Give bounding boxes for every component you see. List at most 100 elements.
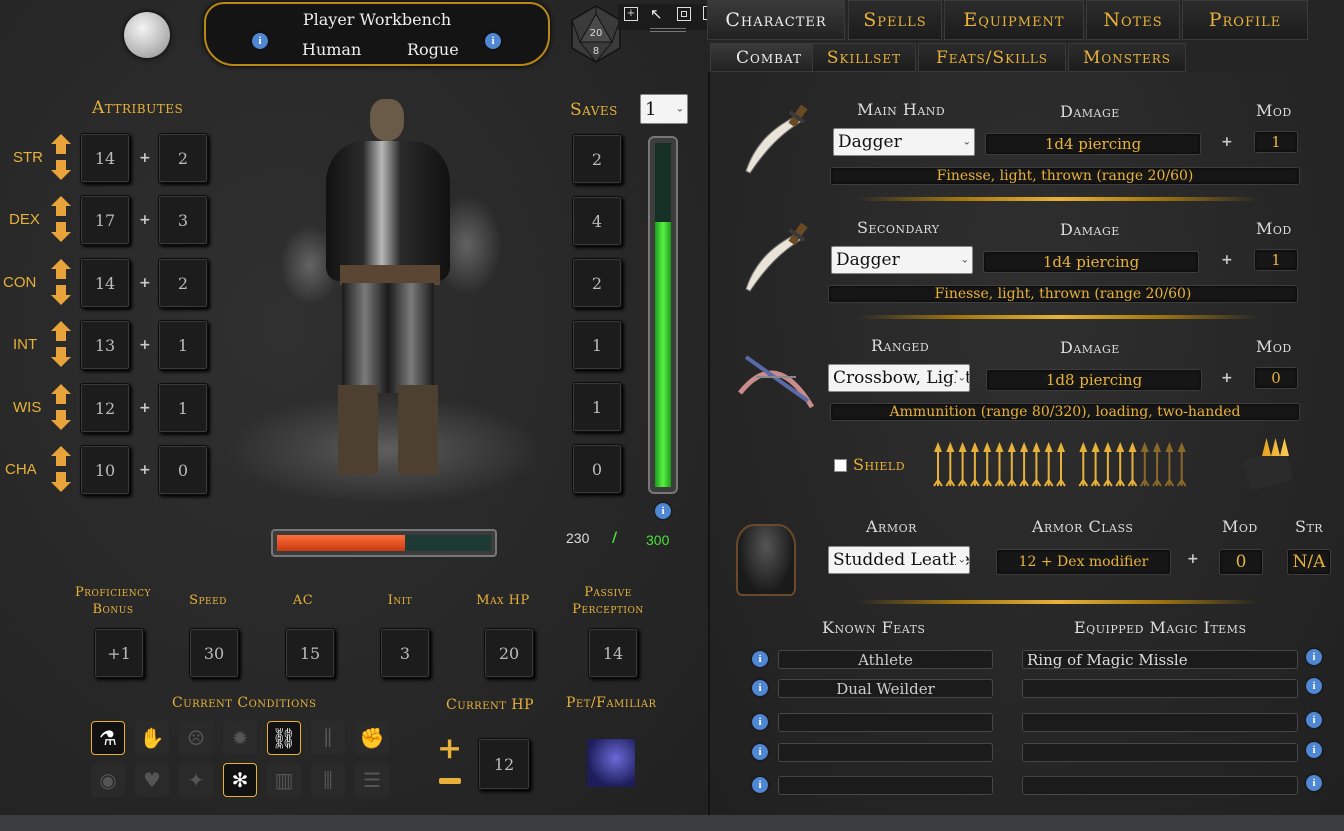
condition-frightened-icon[interactable]: ☹ xyxy=(179,721,213,755)
feat-info-icon[interactable]: i xyxy=(752,651,768,667)
moon-icon[interactable] xyxy=(124,12,170,58)
stat-value-ac[interactable]: 15 xyxy=(285,628,335,678)
add-window-icon[interactable]: + xyxy=(624,7,638,21)
ammo-arrow[interactable] xyxy=(1043,442,1054,487)
condition-poisoned-icon[interactable]: ⚗ xyxy=(91,721,125,755)
ammo-arrow[interactable] xyxy=(1078,442,1089,487)
subtab-feats-skills[interactable]: Feats/Skills xyxy=(918,43,1066,72)
xp-info-icon[interactable]: i xyxy=(655,503,671,519)
attr-decrease-icon[interactable] xyxy=(50,346,72,370)
toolbar-grip[interactable] xyxy=(650,28,686,32)
main-hand-weapon-select[interactable]: Dagger ⌄ xyxy=(833,128,975,156)
magic-item-field[interactable] xyxy=(1022,713,1298,732)
magic-item-field[interactable] xyxy=(1022,679,1298,698)
attr-decrease-icon[interactable] xyxy=(50,221,72,245)
attr-decrease-icon[interactable] xyxy=(50,471,72,495)
feat-info-icon[interactable]: i xyxy=(752,777,768,793)
ammo-arrow[interactable] xyxy=(1115,442,1126,487)
attr-score-cha[interactable]: 10 xyxy=(80,445,130,495)
condition-charmed-icon[interactable]: ♥ xyxy=(135,763,169,797)
attr-increase-icon[interactable] xyxy=(50,320,72,344)
attr-increase-icon[interactable] xyxy=(50,445,72,469)
ammo-arrow[interactable] xyxy=(945,442,956,487)
condition-restrained-icon[interactable]: ⛓ xyxy=(267,721,301,755)
armor-select[interactable]: Studded Leather ⌄ xyxy=(828,546,970,574)
stat-value-proficiency-bonus[interactable]: +1 xyxy=(94,628,144,678)
ammo-arrow[interactable] xyxy=(982,442,993,487)
shield-checkbox[interactable] xyxy=(834,459,847,472)
feat-field[interactable]: Dual Weilder xyxy=(778,679,993,698)
armor-mod-value[interactable]: 0 xyxy=(1219,549,1263,575)
attr-increase-icon[interactable] xyxy=(50,133,72,157)
ammo-tracker[interactable] xyxy=(930,440,1222,490)
ammo-arrow[interactable] xyxy=(1031,442,1042,487)
pet-portrait[interactable] xyxy=(586,738,636,788)
condition-blinded-icon[interactable]: ◉ xyxy=(91,763,125,797)
feat-field[interactable] xyxy=(778,713,993,732)
attr-decrease-icon[interactable] xyxy=(50,159,72,183)
feat-field[interactable]: Athlete xyxy=(778,650,993,669)
condition-unconscious-icon[interactable]: ☰ xyxy=(355,763,389,797)
condition-deafened-icon[interactable]: ✊ xyxy=(355,721,389,755)
condition-incapacitated-icon[interactable]: ∥ xyxy=(311,721,345,755)
condition-stunned-icon[interactable]: ✦ xyxy=(179,763,213,797)
race-info-icon[interactable]: i xyxy=(252,33,268,49)
secondary-weapon-select[interactable]: Dagger ⌄ xyxy=(831,246,973,274)
level-select[interactable]: 1 ⌄ xyxy=(640,94,688,124)
feat-info-icon[interactable]: i xyxy=(752,744,768,760)
magic-item-field[interactable] xyxy=(1022,743,1298,762)
d20-dice-icon[interactable]: 20 8 xyxy=(570,4,622,64)
stat-value-speed[interactable]: 30 xyxy=(189,628,239,678)
ammo-arrow[interactable] xyxy=(1164,442,1175,487)
ammo-arrow[interactable] xyxy=(1056,442,1066,487)
attr-score-con[interactable]: 14 xyxy=(80,258,130,308)
tab-equipment[interactable]: Equipment xyxy=(944,0,1084,40)
ammo-arrow[interactable] xyxy=(994,442,1005,487)
ranged-weapon-select[interactable]: Crossbow, Light ⌄ xyxy=(828,364,970,392)
stat-value-passive-perception[interactable]: 14 xyxy=(588,628,638,678)
character-portrait[interactable] xyxy=(222,95,547,515)
ammo-arrow[interactable] xyxy=(1139,442,1150,487)
subtab-combat[interactable]: Combat xyxy=(710,43,828,72)
condition-petrified-icon[interactable]: ▥ xyxy=(267,763,301,797)
condition-paralyzed-icon[interactable]: ✻ xyxy=(223,763,257,797)
magic-item-info-icon[interactable]: i xyxy=(1306,742,1322,758)
tab-spells[interactable]: Spells xyxy=(848,0,942,40)
ammo-arrow[interactable] xyxy=(933,442,943,487)
attr-score-wis[interactable]: 12 xyxy=(80,383,130,433)
feat-field[interactable] xyxy=(778,776,993,795)
hp-increase-button[interactable]: + xyxy=(437,734,462,764)
magic-item-info-icon[interactable]: i xyxy=(1306,712,1322,728)
magic-item-field[interactable] xyxy=(1022,776,1298,795)
ammo-arrow[interactable] xyxy=(1019,442,1029,487)
main-hand-mod[interactable]: 1 xyxy=(1254,131,1298,153)
secondary-mod[interactable]: 1 xyxy=(1254,249,1298,271)
tab-notes[interactable]: Notes xyxy=(1086,0,1180,40)
class-info-icon[interactable]: i xyxy=(485,33,501,49)
attr-decrease-icon[interactable] xyxy=(50,409,72,433)
ammo-arrow[interactable] xyxy=(1103,442,1113,487)
ammo-arrow[interactable] xyxy=(1176,442,1187,487)
ammo-arrow[interactable] xyxy=(1152,442,1162,487)
attr-increase-icon[interactable] xyxy=(50,258,72,282)
stat-value-init[interactable]: 3 xyxy=(380,628,430,678)
feat-field[interactable] xyxy=(778,743,993,762)
condition-grappled-icon[interactable]: ✋ xyxy=(135,721,169,755)
subtab-skillset[interactable]: Skillset xyxy=(812,43,916,72)
attr-score-str[interactable]: 14 xyxy=(80,133,130,183)
stat-value-max-hp[interactable]: 20 xyxy=(484,628,534,678)
ammo-arrow[interactable] xyxy=(970,442,980,487)
magic-item-info-icon[interactable]: i xyxy=(1306,649,1322,665)
maximize-icon[interactable] xyxy=(677,7,691,21)
condition-exhausted-icon[interactable]: ✹ xyxy=(223,721,257,755)
hp-decrease-button[interactable] xyxy=(439,778,461,784)
ammo-arrow[interactable] xyxy=(957,442,968,487)
condition-prone-icon[interactable]: ⫼ xyxy=(311,763,345,797)
attr-decrease-icon[interactable] xyxy=(50,284,72,308)
attr-score-dex[interactable]: 17 xyxy=(80,195,130,245)
attr-score-int[interactable]: 13 xyxy=(80,320,130,370)
ammo-arrow[interactable] xyxy=(1090,442,1101,487)
feat-info-icon[interactable]: i xyxy=(752,680,768,696)
current-hp-value[interactable]: 12 xyxy=(478,738,530,790)
subtab-monsters[interactable]: Monsters xyxy=(1068,43,1186,72)
